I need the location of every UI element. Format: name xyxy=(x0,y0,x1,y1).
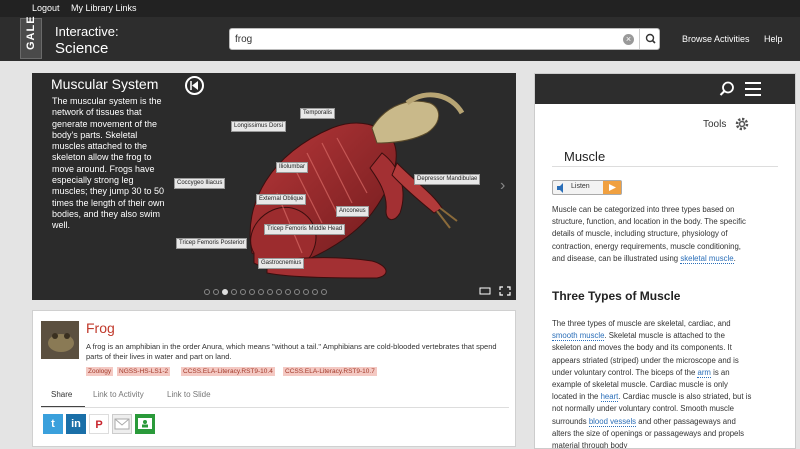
search-input[interactable] xyxy=(235,32,605,47)
library-links-link[interactable]: My Library Links xyxy=(71,3,137,13)
next-slide-icon[interactable]: › xyxy=(500,177,505,195)
slide-dot[interactable] xyxy=(240,289,246,295)
help-link[interactable]: Help xyxy=(764,34,783,44)
linkedin-icon[interactable]: in xyxy=(66,414,86,434)
brand-line1: Interactive: xyxy=(55,24,119,39)
search-icon[interactable] xyxy=(719,81,735,97)
arm-link[interactable]: arm xyxy=(697,367,711,378)
article-paragraph-1: Muscle can be categorized into three typ… xyxy=(552,205,746,264)
google-classroom-icon[interactable] xyxy=(135,414,155,434)
slide-dot[interactable] xyxy=(213,289,219,295)
slide-dot[interactable] xyxy=(249,289,255,295)
label-external-oblique[interactable]: External Oblique xyxy=(256,194,307,205)
utility-bar: Logout My Library Links xyxy=(0,0,800,17)
tools-label[interactable]: Tools xyxy=(703,119,726,130)
label-longissimus[interactable]: Longissimus Dorsi xyxy=(231,121,287,132)
label-triceps-posterior[interactable]: Tricep Femoris Posterior xyxy=(176,238,248,249)
article-toolbar xyxy=(535,74,795,104)
twitter-icon[interactable]: t xyxy=(43,414,63,434)
label-triceps-middle[interactable]: Tricep Femoris Middle Head xyxy=(264,224,346,235)
search-icon xyxy=(645,33,656,44)
play-icon xyxy=(603,181,621,194)
audio-prev-button[interactable] xyxy=(185,76,204,95)
label-anconeus[interactable]: Anconeus xyxy=(336,206,369,217)
slide-dot[interactable] xyxy=(258,289,264,295)
slide-dot[interactable] xyxy=(303,289,309,295)
tab-link-activity[interactable]: Link to Activity xyxy=(93,390,144,399)
tab-link-slide[interactable]: Link to Slide xyxy=(167,390,211,399)
article-paragraph-2: The three types of muscle are skeletal, … xyxy=(552,319,752,449)
tag-ccss-rst7[interactable]: CCSS.ELA-Literacy.RST9-10.7 xyxy=(283,367,377,376)
media-title: Muscular System xyxy=(51,76,159,92)
brand-line2: Science xyxy=(55,40,109,57)
label-iliolumbar[interactable]: Iliolumbar xyxy=(276,162,309,173)
tag-ccss-rst4[interactable]: CCSS.ELA-Literacy.RST9-10.4 xyxy=(181,367,275,376)
media-description: The muscular system is the network of ti… xyxy=(52,96,165,231)
clear-icon[interactable]: × xyxy=(623,34,634,45)
caption-toggle-icon[interactable] xyxy=(479,285,491,299)
slide-dot[interactable] xyxy=(285,289,291,295)
tab-divider xyxy=(41,407,509,408)
header: GALE Interactive: Science × Browse Activ… xyxy=(0,15,800,61)
heart-link[interactable]: heart xyxy=(600,392,619,403)
slide-dot[interactable] xyxy=(222,289,228,295)
label-temporalis[interactable]: Temporalis xyxy=(300,108,336,119)
fullscreen-icon[interactable] xyxy=(499,285,511,299)
slide-dot[interactable] xyxy=(276,289,282,295)
speaker-icon xyxy=(557,183,563,193)
section-heading: Three Types of Muscle xyxy=(552,289,681,303)
label-depressor[interactable]: Depressor Mandibulae xyxy=(414,174,481,185)
topic-card: Frog A frog is an amphibian in the order… xyxy=(32,310,516,447)
gale-logo[interactable]: GALE xyxy=(20,15,42,59)
tag-ngss[interactable]: NGSS-HS-LS1-2 xyxy=(117,367,171,376)
article-panel: Tools Muscle Listen Muscle can be catego… xyxy=(534,73,796,449)
slide-dot[interactable] xyxy=(321,289,327,295)
tab-share[interactable]: Share xyxy=(51,390,72,399)
search-box: × xyxy=(229,28,660,50)
slide-dot[interactable] xyxy=(231,289,237,295)
menu-icon[interactable] xyxy=(744,81,762,97)
frog-thumbnail xyxy=(41,321,79,359)
listen-button[interactable]: Listen xyxy=(552,180,622,195)
pinterest-icon[interactable]: P xyxy=(89,414,109,434)
media-viewer: Muscular System The muscular system is t… xyxy=(32,73,516,300)
article-title: Muscle xyxy=(564,149,606,164)
logout-link[interactable]: Logout xyxy=(32,3,60,13)
slide-dot[interactable] xyxy=(312,289,318,295)
smooth-muscle-link[interactable]: smooth muscle xyxy=(552,331,605,342)
blood-vessels-link[interactable]: blood vessels xyxy=(588,416,637,427)
article-title-rule xyxy=(552,166,778,167)
back-icon xyxy=(190,81,198,90)
label-coccygeo[interactable]: Coccygeo Iliacus xyxy=(174,178,226,189)
skeletal-muscle-link[interactable]: skeletal muscle xyxy=(680,253,734,264)
slide-dot[interactable] xyxy=(204,289,210,295)
browse-activities-link[interactable]: Browse Activities xyxy=(682,34,750,44)
slide-dot[interactable] xyxy=(294,289,300,295)
email-icon[interactable] xyxy=(112,414,132,434)
topic-description: A frog is an amphibian in the order Anur… xyxy=(86,342,497,361)
topic-title: Frog xyxy=(86,320,115,336)
slide-dot[interactable] xyxy=(267,289,273,295)
tag-zoology[interactable]: Zoology xyxy=(86,367,114,376)
gear-icon[interactable] xyxy=(734,116,750,132)
search-button[interactable] xyxy=(639,29,660,49)
label-gastrocnemius[interactable]: Gastrocnemius xyxy=(258,258,305,269)
